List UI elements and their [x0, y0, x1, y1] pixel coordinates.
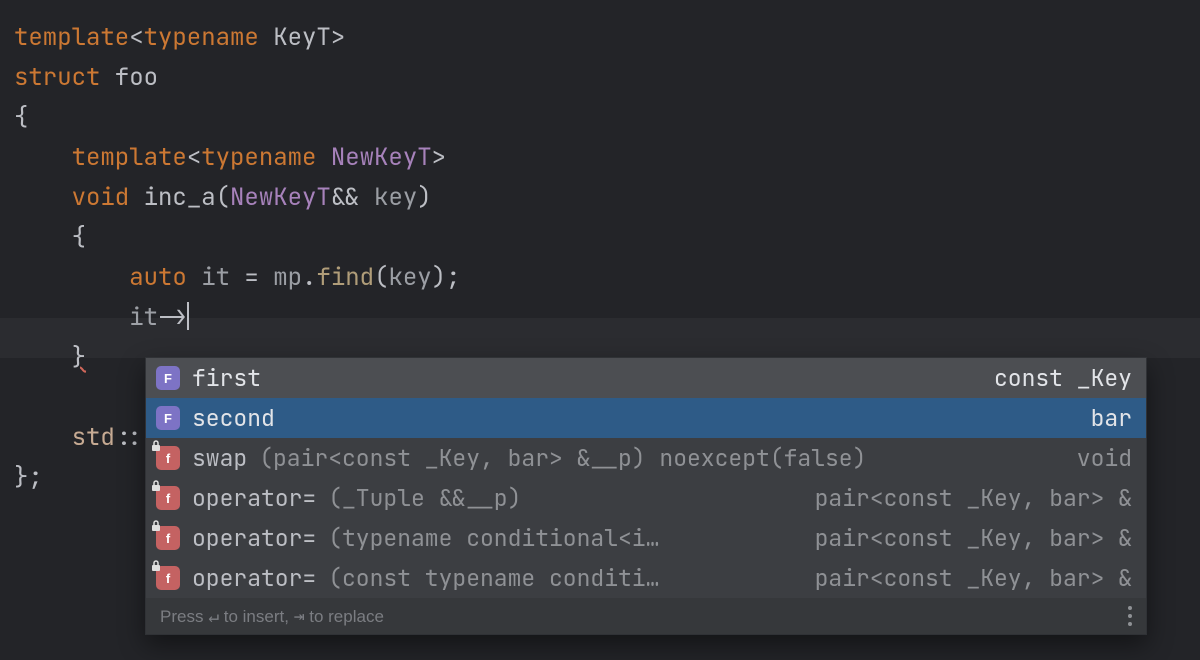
more-options-icon[interactable] — [1128, 606, 1132, 626]
code-line: { — [0, 218, 1200, 258]
code-line: struct foo — [0, 58, 1200, 98]
completion-item-operator-assign-1[interactable]: f operator= (_Tuple &&__p) pair<const _K… — [146, 478, 1146, 518]
active-line-highlight — [0, 318, 1200, 358]
enter-key-icon: ↵ — [208, 606, 219, 627]
hint-text: Press ↵ to insert, ⇥ to replace — [160, 606, 384, 627]
code-line: auto it = mp.find(key); — [0, 258, 1200, 298]
code-line: template<typename NewKeyT> — [0, 138, 1200, 178]
field-icon: F — [156, 366, 180, 390]
code-line: template<typename KeyT> — [0, 18, 1200, 58]
completion-item-operator-assign-2[interactable]: f operator= (typename conditional<i… pai… — [146, 518, 1146, 558]
lock-icon — [150, 440, 162, 452]
lock-icon — [150, 480, 162, 492]
tab-key-icon: ⇥ — [294, 606, 305, 627]
code-line: void inc_a(NewKeyT&& key) — [0, 178, 1200, 218]
completion-item-second[interactable]: F second bar — [146, 398, 1146, 438]
completion-hint-bar: Press ↵ to insert, ⇥ to replace — [146, 598, 1146, 634]
completion-item-operator-assign-3[interactable]: f operator= (const typename conditi… pai… — [146, 558, 1146, 598]
lock-icon — [150, 560, 162, 572]
code-line: { — [0, 98, 1200, 138]
completion-item-swap[interactable]: f swap (pair<const _Key, bar> &__p) noex… — [146, 438, 1146, 478]
keyword-template: template — [14, 22, 129, 53]
completion-item-first[interactable]: F first const _Key — [146, 358, 1146, 398]
completion-popup[interactable]: F first const _Key F second bar f swap (… — [145, 357, 1147, 635]
lock-icon — [150, 520, 162, 532]
field-icon: F — [156, 406, 180, 430]
